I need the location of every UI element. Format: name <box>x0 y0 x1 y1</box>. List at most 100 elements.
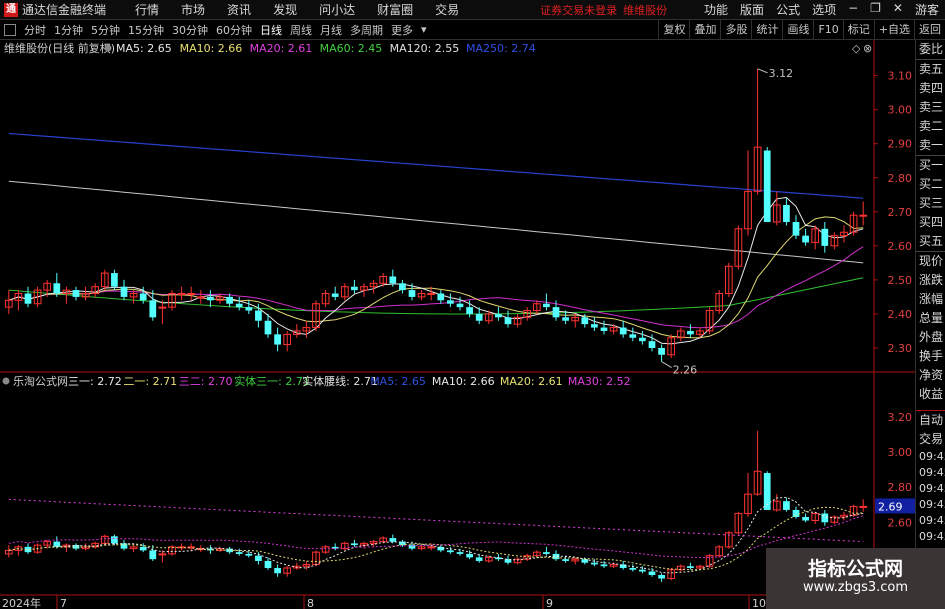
period-daily[interactable]: 日线 <box>260 22 282 38</box>
sub-candle[interactable] <box>475 557 483 561</box>
main-candle[interactable] <box>72 290 80 297</box>
sub-candle[interactable] <box>629 567 637 570</box>
sub-candle[interactable] <box>859 505 868 508</box>
period-intraday[interactable]: 分时 <box>24 22 46 38</box>
main-candle[interactable] <box>552 307 560 318</box>
main-candle[interactable] <box>226 296 233 304</box>
window-close-icon[interactable]: ✕ <box>893 1 903 18</box>
main-candle[interactable] <box>562 317 569 321</box>
tool-mark[interactable]: 标记 <box>842 19 874 40</box>
main-candle[interactable] <box>447 300 454 304</box>
main-candle[interactable] <box>658 347 665 355</box>
sub-candle[interactable] <box>792 509 800 517</box>
sub-candle[interactable] <box>149 550 157 560</box>
main-candle[interactable] <box>629 334 637 338</box>
period-1min[interactable]: 1分钟 <box>54 22 83 38</box>
main-candle[interactable] <box>120 286 128 297</box>
period-monthly[interactable]: 月线 <box>320 22 342 38</box>
sub-candle[interactable] <box>658 575 665 579</box>
sub-candle[interactable] <box>389 538 397 542</box>
period-multi[interactable]: 多周期 <box>350 22 383 38</box>
main-candle[interactable] <box>427 293 436 296</box>
sub-candle[interactable] <box>235 552 243 554</box>
sub-panel-toggle-icon[interactable] <box>2 377 10 385</box>
side-trade-label[interactable]: 自动 <box>916 411 945 430</box>
menu-trade[interactable]: 交易 <box>435 1 459 18</box>
main-candle[interactable] <box>504 317 512 325</box>
main-candle[interactable] <box>331 293 339 297</box>
toolbar-square-icon[interactable] <box>4 23 16 36</box>
sub-candle[interactable] <box>591 562 598 565</box>
main-candle[interactable] <box>196 296 205 299</box>
tool-adjust[interactable]: 复权 <box>658 19 689 40</box>
sub-candle[interactable] <box>648 571 656 575</box>
side-trade-label[interactable]: 交易 <box>916 430 945 449</box>
main-candle[interactable] <box>495 313 502 318</box>
menu-market[interactable]: 市场 <box>181 1 205 18</box>
main-candle[interactable] <box>255 310 262 321</box>
period-60min[interactable]: 60分钟 <box>216 22 252 38</box>
sub-candle[interactable] <box>543 552 550 554</box>
sub-candle[interactable] <box>139 546 147 551</box>
main-candle[interactable] <box>24 293 32 304</box>
menu-discover[interactable]: 发现 <box>273 1 297 18</box>
main-candle[interactable] <box>399 283 406 291</box>
main-candle[interactable] <box>149 300 157 318</box>
main-candle[interactable] <box>235 303 243 308</box>
sub-candle[interactable] <box>255 555 262 561</box>
main-candle[interactable] <box>53 283 61 294</box>
tool-draw-line[interactable]: 画线 <box>782 19 813 40</box>
main-candle[interactable] <box>274 334 281 345</box>
main-candle[interactable] <box>466 307 473 314</box>
menu-layout[interactable]: 版面 <box>740 1 764 18</box>
main-candle[interactable] <box>187 293 196 296</box>
tool-add-watchlist[interactable]: +自选 <box>873 19 914 40</box>
sub-candle[interactable] <box>427 546 436 549</box>
window-restore-icon[interactable]: ❐ <box>870 1 881 18</box>
main-candle[interactable] <box>619 327 627 335</box>
main-candle[interactable] <box>177 293 186 296</box>
menu-ask[interactable]: 问小达 <box>319 1 355 18</box>
menu-formula[interactable]: 公式 <box>776 1 800 18</box>
main-candle[interactable] <box>264 320 272 335</box>
tool-overlay[interactable]: 叠加 <box>689 19 720 40</box>
main-candle[interactable] <box>408 290 416 297</box>
sub-candle[interactable] <box>600 564 608 567</box>
main-candle[interactable] <box>859 214 868 217</box>
sub-candle[interactable] <box>447 550 454 553</box>
main-candle[interactable] <box>389 276 397 284</box>
sub-candle[interactable] <box>111 536 118 544</box>
menu-quotes[interactable]: 行情 <box>135 1 159 18</box>
period-5min[interactable]: 5分钟 <box>91 22 120 38</box>
main-candle[interactable] <box>591 324 598 328</box>
sub-candle[interactable] <box>639 569 646 572</box>
menu-options[interactable]: 选项 <box>812 1 836 18</box>
tool-f10[interactable]: F10 <box>813 19 842 40</box>
kline-chart[interactable]: 3.10 3.00 2.90 2.80 2.70 2.60 2.50 2.40 2.30 3.20… <box>0 40 945 609</box>
sub-candle[interactable] <box>351 543 358 546</box>
main-candle[interactable] <box>600 327 608 331</box>
sub-candle[interactable] <box>821 513 829 523</box>
main-candle[interactable] <box>245 307 253 311</box>
period-15min[interactable]: 15分钟 <box>128 22 164 38</box>
period-weekly[interactable]: 周线 <box>290 22 312 38</box>
sub-candle[interactable] <box>783 501 790 510</box>
main-candle[interactable] <box>581 317 589 325</box>
main-candle[interactable] <box>802 235 809 243</box>
menu-wealth[interactable]: 财富圈 <box>377 1 413 18</box>
main-candle[interactable] <box>351 286 358 291</box>
main-candle[interactable] <box>792 222 800 236</box>
menu-function[interactable]: 功能 <box>704 1 728 18</box>
main-candle[interactable] <box>139 293 147 301</box>
sub-candle[interactable] <box>264 560 272 568</box>
main-candle[interactable] <box>687 330 694 335</box>
main-candle[interactable] <box>763 150 771 223</box>
tool-statistics[interactable]: 统计 <box>751 19 782 40</box>
main-candle[interactable] <box>475 313 483 321</box>
sub-candle[interactable] <box>274 567 281 574</box>
main-candle[interactable] <box>158 306 167 309</box>
main-candle[interactable] <box>207 296 214 301</box>
main-candle[interactable] <box>639 337 646 342</box>
more-chevron-icon[interactable]: ▾ <box>421 23 427 36</box>
main-candle[interactable] <box>437 293 445 301</box>
